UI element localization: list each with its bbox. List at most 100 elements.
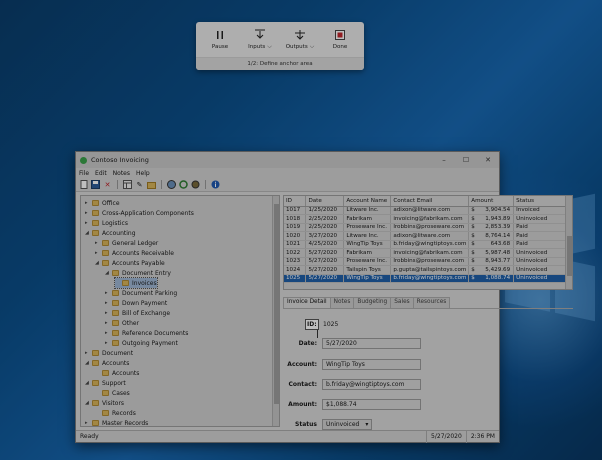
anchor-pointer	[317, 330, 318, 338]
tree-item[interactable]: Cases	[95, 388, 130, 398]
expander-icon[interactable]: ◢	[85, 230, 91, 236]
expander-icon[interactable]: ▸	[105, 330, 111, 336]
delete-icon[interactable]: ✕	[103, 180, 112, 189]
expander-icon[interactable]: ▸	[85, 350, 91, 356]
tree-item[interactable]: ◢ Accounts	[85, 358, 129, 368]
tree-item[interactable]: Invoices	[114, 277, 158, 289]
grid-scroll-thumb[interactable]	[567, 236, 572, 276]
save-icon[interactable]	[91, 180, 100, 189]
folder-icon	[92, 210, 99, 216]
tree-scrollbar[interactable]	[272, 196, 279, 426]
expander-icon[interactable]: ◢	[105, 270, 111, 276]
expander-icon[interactable]: ▸	[105, 320, 111, 326]
done-button[interactable]: Done	[320, 22, 360, 57]
table-cell: Litware Inc.	[343, 206, 392, 215]
tab-sales[interactable]: Sales	[390, 297, 414, 308]
column-header[interactable]: Date	[305, 196, 345, 207]
table-row[interactable]: 1020 3/27/2020 Litware Inc. adixon@litware.…	[284, 231, 567, 241]
column-header[interactable]: Status	[513, 196, 567, 207]
tree-item[interactable]: ◢ Accounts Payable	[95, 258, 165, 268]
amount-value: 3,904.54	[485, 207, 511, 214]
expander-icon[interactable]: ▸	[85, 420, 91, 426]
maximize-button[interactable]: ☐	[455, 152, 477, 168]
tree-item[interactable]: ▸ Accounts Receivable	[95, 248, 174, 258]
info-icon[interactable]	[211, 180, 220, 189]
table-row[interactable]: 1018 2/25/2020 Fabrikam invoicing@fabrikam.…	[284, 214, 567, 224]
navigation-tree[interactable]: ▸ Office ▸ Cross-Application Components ▸ Log…	[80, 195, 280, 427]
tree-item[interactable]: Accounts	[95, 368, 139, 378]
tab-resources[interactable]: Resources	[412, 297, 451, 308]
tree-item[interactable]: Records	[95, 408, 136, 418]
expander-icon[interactable]: ▸	[105, 340, 111, 346]
table-row[interactable]: 1021 4/25/2020 WingTip Toys b.friday@wingti…	[284, 240, 567, 249]
expander-icon[interactable]: ▸	[105, 290, 111, 296]
table-row[interactable]: 1017 1/25/2020 Litware Inc. adixon@litware.…	[284, 206, 567, 215]
tree-item[interactable]: ◢ Visitors	[85, 398, 124, 408]
contact-field[interactable]: b.friday@wingtiptoys.com	[322, 379, 421, 390]
expander-icon[interactable]: ▸	[105, 310, 111, 316]
tree-item[interactable]: ▸ Outgoing Payment	[105, 338, 178, 348]
column-header[interactable]: Account Name	[343, 196, 392, 207]
close-button[interactable]: ✕	[477, 152, 499, 168]
table-row[interactable]: 1024 5/27/2020 Tailspin Toys p.gupta@tailsp…	[284, 265, 567, 275]
edit-icon[interactable]: ✎	[135, 180, 144, 189]
menu-edit[interactable]: Edit	[95, 170, 107, 177]
refresh-icon[interactable]	[179, 180, 188, 189]
column-header[interactable]: Contact Email	[390, 196, 470, 207]
minimize-button[interactable]: –	[433, 152, 455, 168]
tree-item[interactable]: ▸ Document	[85, 348, 133, 358]
column-header[interactable]: ID	[284, 196, 307, 207]
table-row[interactable]: 1025 5/27/2020 WingTip Toys b.friday@wingti…	[284, 274, 567, 283]
tree-item[interactable]: ▸ Master Records	[85, 418, 148, 426]
amount-cell: $5,987.48	[468, 248, 515, 258]
tab-budgeting[interactable]: Budgeting	[353, 297, 392, 308]
tree-item[interactable]: ▸ Other	[105, 318, 139, 328]
expander-icon[interactable]: ◢	[85, 400, 91, 406]
column-header[interactable]: Amount	[468, 196, 515, 207]
tab-invoice-detail[interactable]: Invoice Detail	[283, 297, 331, 308]
expander-icon[interactable]: ▸	[95, 250, 101, 256]
expander-icon[interactable]: ◢	[85, 380, 91, 386]
tab-notes[interactable]: Notes	[329, 297, 355, 308]
date-field[interactable]: 5/27/2020	[322, 338, 421, 349]
status-dropdown[interactable]: Uninvoiced ▾	[322, 419, 373, 430]
amount-cell: $1,088.74	[468, 274, 515, 283]
tree-item[interactable]: ▸ Reference Documents	[105, 328, 188, 338]
expander-icon[interactable]: ▸	[85, 200, 91, 206]
folder-icon[interactable]	[147, 180, 156, 189]
outputs-button[interactable]: Outputs ⌵	[280, 22, 320, 57]
inputs-button[interactable]: Inputs ⌵	[240, 22, 280, 57]
menu-notes[interactable]: Notes	[113, 170, 130, 177]
pause-button[interactable]: Pause	[200, 22, 240, 57]
menu-file[interactable]: File	[79, 170, 89, 177]
expander-icon[interactable]: ◢	[95, 260, 101, 266]
tree-scroll-thumb[interactable]	[274, 204, 279, 404]
account-field[interactable]: WingTip Toys	[322, 359, 421, 370]
tree-item[interactable]: ◢ Accounting	[85, 228, 136, 238]
tree-item[interactable]: ▸ Bill of Exchange	[105, 308, 170, 318]
settings-icon[interactable]	[191, 180, 200, 189]
expander-icon[interactable]: ▸	[85, 210, 91, 216]
amount-field[interactable]: $1,088.74	[322, 399, 421, 410]
tree-item[interactable]: ▸ Office	[85, 198, 120, 208]
tree-item[interactable]: ◢ Support	[85, 378, 126, 388]
table-cell: Paid	[513, 240, 567, 249]
expander-icon[interactable]: ▸	[95, 240, 101, 246]
table-row[interactable]: 1023 5/27/2020 Proseware Inc. lrobbins@pros…	[284, 257, 567, 266]
tree-item[interactable]: ◢ Document Entry	[105, 268, 171, 278]
grid-scrollbar[interactable]	[565, 196, 572, 289]
tree-item[interactable]: ▸ Down Payment	[105, 298, 167, 308]
tree-item[interactable]: ▸ Cross-Application Components	[85, 208, 194, 218]
expander-icon[interactable]: ◢	[85, 360, 91, 366]
grid-view-icon[interactable]	[123, 180, 132, 189]
new-file-icon[interactable]	[79, 180, 88, 189]
tree-item[interactable]: ▸ General Ledger	[95, 238, 158, 248]
globe-icon[interactable]	[167, 180, 176, 189]
table-row[interactable]: 1019 2/25/2020 Proseware Inc. lrobbins@pros…	[284, 223, 567, 232]
expander-icon[interactable]: ▸	[85, 220, 91, 226]
table-row[interactable]: 1022 5/27/2020 Fabrikam invoicing@fabrikam.…	[284, 248, 567, 258]
tree-item[interactable]: ▸ Logistics	[85, 218, 128, 228]
expander-icon[interactable]: ▸	[105, 300, 111, 306]
tree-item[interactable]: ▸ Document Parking	[105, 288, 177, 298]
menu-help[interactable]: Help	[136, 170, 150, 177]
